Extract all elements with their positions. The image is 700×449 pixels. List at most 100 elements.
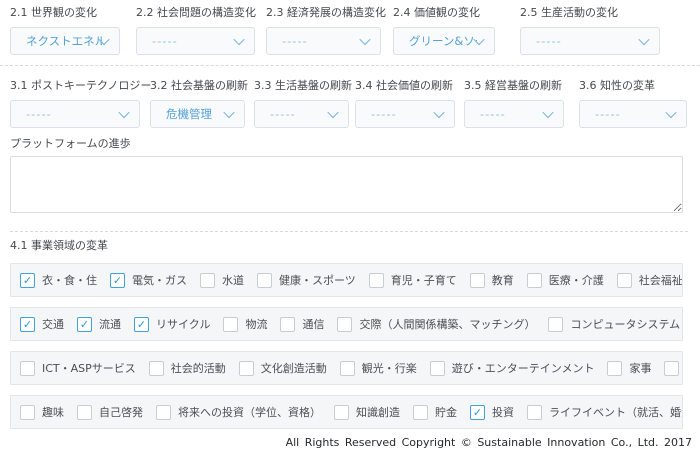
checkbox-label: 衣・食・住	[42, 272, 97, 288]
checkbox[interactable]	[413, 405, 428, 420]
checkbox[interactable]	[20, 405, 35, 420]
checkbox-checked[interactable]: ✓	[134, 317, 149, 332]
checkbox-label: 医療・介護	[549, 272, 604, 288]
checkbox-item[interactable]: 医療・介護	[527, 272, 604, 288]
dropdown-value: -----	[521, 34, 562, 48]
checkbox[interactable]	[337, 317, 352, 332]
checkbox[interactable]	[200, 273, 215, 288]
chevron-down-icon	[359, 34, 370, 45]
dropdown-label: 3.1 ポストキーテクノロジー	[10, 79, 140, 93]
checkbox-label: 貯金	[435, 404, 457, 420]
checkbox[interactable]	[156, 405, 171, 420]
dropdown-label: 3.6 知性の変革	[579, 79, 687, 93]
checkbox-checked[interactable]: ✓	[110, 273, 125, 288]
checkbox-item[interactable]: 文化創造活動	[239, 360, 327, 376]
dropdown-select[interactable]: ネクストエネル…	[10, 27, 120, 55]
checkbox-item[interactable]: 通信	[280, 316, 324, 332]
dropdown-select[interactable]: -----	[520, 27, 660, 55]
checkbox-item[interactable]: 将来への投資（学位、資格）	[156, 404, 321, 420]
dropdown-select[interactable]: -----	[136, 27, 255, 55]
dropdown-select[interactable]: グリーン&ソー…	[393, 27, 495, 55]
checkbox[interactable]	[257, 273, 272, 288]
checkbox-item[interactable]: 健康・スポーツ	[257, 272, 356, 288]
checkmark-icon: ✓	[473, 407, 482, 418]
dropdown-value: 危機管理	[151, 106, 212, 122]
checkbox-item[interactable]: 観光・行楽	[340, 360, 417, 376]
checkbox[interactable]	[527, 405, 542, 420]
dropdown-label: 3.4 社会価値の刷新	[355, 79, 455, 93]
checkbox[interactable]	[334, 405, 349, 420]
checkbox[interactable]	[369, 273, 384, 288]
dropdown-field: 3.6 知性の変革 -----	[579, 79, 687, 128]
checkbox-label: 社会福祉	[639, 272, 683, 288]
checkbox-item[interactable]: ✓交通	[20, 316, 64, 332]
dropdown-select[interactable]: -----	[464, 100, 564, 128]
dropdown-label: 3.5 経営基盤の刷新	[464, 79, 564, 93]
checkbox-item[interactable]: ✓流通	[77, 316, 121, 332]
dropdown-row-2x: 2.1 世界観の変化ネクストエネル…2.2 社会問題の構造変化-----2.3 …	[10, 6, 700, 55]
checkbox-label: 社会的活動	[171, 360, 226, 376]
checkbox-label: 健康・スポーツ	[279, 272, 356, 288]
checkbox-item[interactable]: 水道	[200, 272, 244, 288]
checkbox[interactable]	[430, 361, 445, 376]
checkbox-item[interactable]: ライフイベント（就活、婚活など）	[527, 404, 683, 420]
checkbox-item[interactable]: 家事	[607, 360, 651, 376]
checkbox-item[interactable]: 貯金	[413, 404, 457, 420]
checkbox-checked[interactable]: ✓	[20, 317, 35, 332]
checkbox-checked[interactable]: ✓	[20, 273, 35, 288]
dropdown-field: 3.2 社会基盤の刷新危機管理	[150, 79, 245, 128]
checkbox-label: 水道	[222, 272, 244, 288]
platform-progress-textarea[interactable]	[10, 156, 683, 213]
checkbox[interactable]	[77, 405, 92, 420]
checkbox-item[interactable]: コンピュータシステム	[548, 316, 680, 332]
checkbox-item[interactable]: ワーキング	[664, 360, 683, 376]
checkbox-item[interactable]: 教育	[470, 272, 514, 288]
dropdown-field: 3.4 社会価値の刷新 -----	[355, 79, 455, 128]
checkbox-item[interactable]: 知識創造	[334, 404, 400, 420]
checkbox-label: 育児・子育て	[391, 272, 457, 288]
checkbox-item[interactable]: 遊び・エンターテインメント	[430, 360, 595, 376]
section-divider	[0, 65, 700, 66]
checkbox[interactable]	[470, 273, 485, 288]
dropdown-select[interactable]: -----	[10, 100, 140, 128]
checkmark-icon: ✓	[23, 319, 32, 330]
checkbox[interactable]	[548, 317, 563, 332]
dropdown-value: グリーン&ソー…	[394, 33, 477, 49]
checkbox-item[interactable]: 交際（人間関係構築、マッチング）	[337, 316, 535, 332]
checkbox[interactable]	[280, 317, 295, 332]
checkbox-label: 交際（人間関係構築、マッチング）	[359, 316, 535, 332]
dropdown-select[interactable]: -----	[579, 100, 687, 128]
checkbox[interactable]	[527, 273, 542, 288]
chevron-down-icon	[223, 107, 234, 118]
checkbox-checked[interactable]: ✓	[77, 317, 92, 332]
checkbox-item[interactable]: ICT・ASPサービス	[20, 360, 136, 376]
checkbox-item[interactable]: ✓ 衣・食・住	[20, 272, 97, 288]
checkmark-icon: ✓	[80, 319, 89, 330]
checkbox-item[interactable]: 自己啓発	[77, 404, 143, 420]
checkbox-item[interactable]: ✓電気・ガス	[110, 272, 187, 288]
dropdown-value: -----	[267, 34, 308, 48]
checkbox[interactable]	[607, 361, 622, 376]
checkbox[interactable]	[223, 317, 238, 332]
checkbox-item[interactable]: 社会的活動	[149, 360, 226, 376]
checkbox-label: 知識創造	[356, 404, 400, 420]
checkbox-item[interactable]: 社会福祉	[617, 272, 683, 288]
checkbox-checked[interactable]: ✓	[470, 405, 485, 420]
checkbox[interactable]	[239, 361, 254, 376]
dropdown-field: 3.1 ポストキーテクノロジー -----	[10, 79, 140, 128]
checkbox-item[interactable]: 育児・子育て	[369, 272, 457, 288]
checkbox[interactable]	[20, 361, 35, 376]
checkbox[interactable]	[340, 361, 355, 376]
dropdown-select[interactable]: 危機管理	[150, 100, 245, 128]
checkbox-item[interactable]: 趣味	[20, 404, 64, 420]
checkbox-item[interactable]: ✓リサイクル	[134, 316, 210, 332]
checkbox-item[interactable]: 物流	[223, 316, 267, 332]
checkbox[interactable]	[664, 361, 679, 376]
dropdown-select[interactable]: -----	[355, 100, 455, 128]
dropdown-select[interactable]: -----	[254, 100, 349, 128]
checkbox[interactable]	[617, 273, 632, 288]
chevron-down-icon	[118, 107, 129, 118]
checkbox[interactable]	[149, 361, 164, 376]
dropdown-select[interactable]: -----	[266, 27, 381, 55]
checkbox-item[interactable]: ✓投資	[470, 404, 514, 420]
